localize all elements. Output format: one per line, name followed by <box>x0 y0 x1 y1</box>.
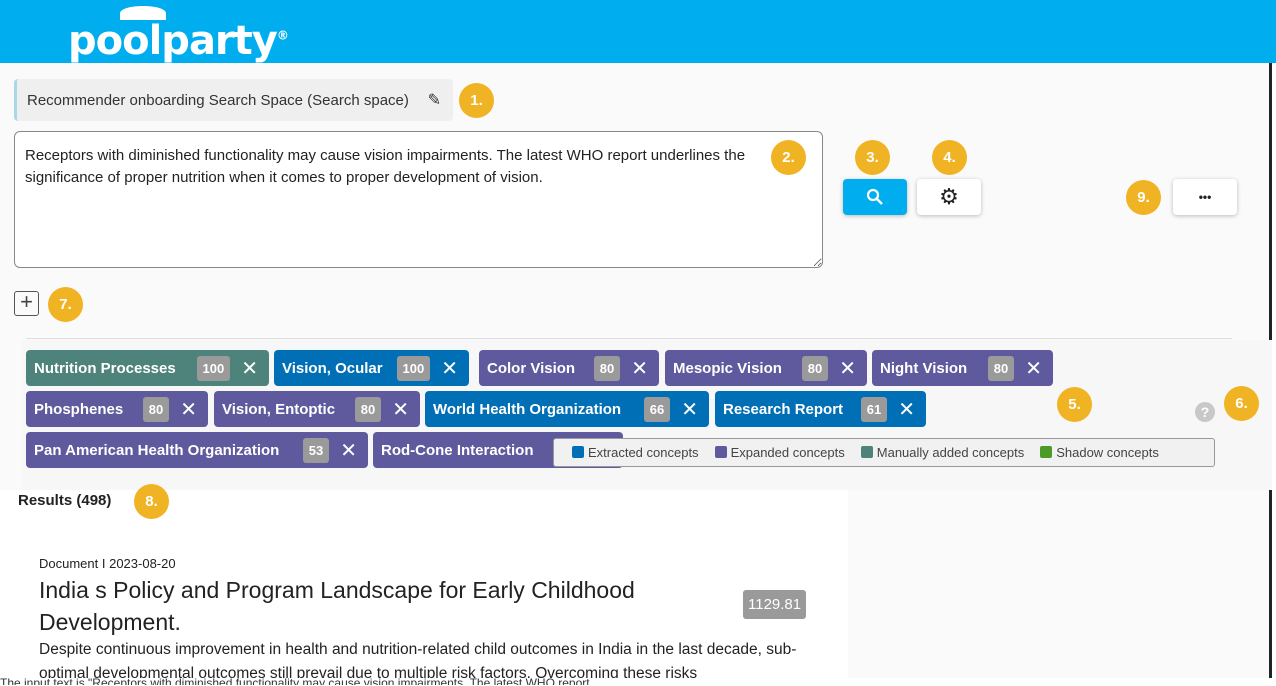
legend-item-expanded: Expanded concepts <box>714 445 845 460</box>
tag-score: 80 <box>354 396 382 422</box>
tag-label: Pan American Health Organization <box>34 441 280 459</box>
legend-item-extracted: Extracted concepts <box>572 445 699 460</box>
tag-score: 53 <box>302 437 330 463</box>
concept-tag[interactable]: Vision, Ocular 100 ✕ <box>274 350 469 386</box>
tag-label: Vision, Entoptic <box>222 400 336 418</box>
legend-item-manual: Manually added concepts <box>860 445 1024 460</box>
more-options-button[interactable]: ••• <box>1173 179 1237 215</box>
step-badge: 4. <box>932 140 967 175</box>
tag-label: Rod-Cone Interaction <box>381 441 534 459</box>
concept-tag[interactable]: Pan American Health Organization 53 ✕ <box>26 432 368 468</box>
concept-tag[interactable]: Phosphenes 80 ✕ <box>26 391 208 427</box>
step-badge: 5. <box>1057 387 1092 422</box>
remove-tag-icon[interactable]: ✕ <box>180 397 197 422</box>
step-badge: 7. <box>48 287 83 322</box>
tag-score: 80 <box>593 355 621 381</box>
tag-label: World Health Organization <box>433 400 622 418</box>
concept-tag[interactable]: World Health Organization 66 ✕ <box>425 391 709 427</box>
search-icon <box>866 188 883 205</box>
tag-score: 100 <box>196 355 231 381</box>
remove-tag-icon[interactable]: ✕ <box>241 356 258 381</box>
search-space-label: Recommender onboarding Search Space (Sea… <box>27 92 409 109</box>
results-count: Results (498) <box>18 492 112 509</box>
remove-tag-icon[interactable]: ✕ <box>1025 356 1042 381</box>
app-header: poolparty® <box>0 0 1276 64</box>
logo[interactable]: poolparty® <box>68 18 289 64</box>
help-icon[interactable]: ? <box>1195 402 1215 422</box>
tag-score: 80 <box>142 396 170 422</box>
tag-label: Vision, Ocular <box>282 359 383 377</box>
remove-tag-icon[interactable]: ✕ <box>340 438 357 463</box>
step-badge: 1. <box>459 83 494 118</box>
remove-tag-icon[interactable]: ✕ <box>392 397 409 422</box>
tag-label: Research Report <box>723 400 844 418</box>
step-badge: 6. <box>1224 386 1259 421</box>
concept-tag[interactable]: Night Vision 80 ✕ <box>872 350 1053 386</box>
result-score: 1129.81 <box>743 590 807 619</box>
tag-label: Nutrition Processes <box>34 359 176 377</box>
remove-tag-icon[interactable]: ✕ <box>839 356 856 381</box>
concept-tag[interactable]: Vision, Entoptic 80 ✕ <box>214 391 420 427</box>
search-space-selector[interactable]: Recommender onboarding Search Space (Sea… <box>14 79 453 121</box>
concept-tag[interactable]: Color Vision 80 ✕ <box>479 350 659 386</box>
remove-tag-icon[interactable]: ✕ <box>441 356 458 381</box>
step-badge: 3. <box>855 140 890 175</box>
tag-score: 80 <box>987 355 1015 381</box>
legend-item-shadow: Shadow concepts <box>1040 445 1159 460</box>
tag-score: 61 <box>860 396 888 422</box>
step-badge: 9. <box>1126 180 1161 215</box>
divider <box>26 338 1232 339</box>
pencil-icon[interactable]: ✎ <box>428 90 441 110</box>
tag-label: Color Vision <box>487 359 576 377</box>
remove-tag-icon[interactable]: ✕ <box>631 356 648 381</box>
add-input-button[interactable]: + <box>14 291 39 316</box>
remove-tag-icon[interactable]: ✕ <box>681 397 698 422</box>
tag-score: 80 <box>801 355 829 381</box>
result-title[interactable]: India s Policy and Program Landscape for… <box>39 574 719 638</box>
step-badge: 2. <box>771 140 806 175</box>
tag-score: 100 <box>396 355 431 381</box>
concept-tag[interactable]: Research Report 61 ✕ <box>715 391 926 427</box>
concept-legend: Extracted concepts Expanded concepts Man… <box>553 438 1215 467</box>
input-text-area[interactable]: Receptors with diminished functionality … <box>14 131 823 268</box>
footer-text: The input text is "Receptors with dimini… <box>0 678 1276 685</box>
concept-tag[interactable]: Mesopic Vision 80 ✕ <box>665 350 867 386</box>
tag-label: Mesopic Vision <box>673 359 782 377</box>
tag-label: Phosphenes <box>34 400 124 418</box>
gear-icon: ⚙ <box>939 184 959 209</box>
remove-tag-icon[interactable]: ✕ <box>898 397 915 422</box>
settings-button[interactable]: ⚙ <box>917 179 981 215</box>
tag-score: 66 <box>643 396 671 422</box>
step-badge: 8. <box>134 484 169 519</box>
search-button[interactable] <box>843 179 907 215</box>
tag-label: Night Vision <box>880 359 968 377</box>
concept-tag[interactable]: Nutrition Processes 100 ✕ <box>26 350 269 386</box>
result-meta: Document I 2023-08-20 <box>39 556 176 571</box>
